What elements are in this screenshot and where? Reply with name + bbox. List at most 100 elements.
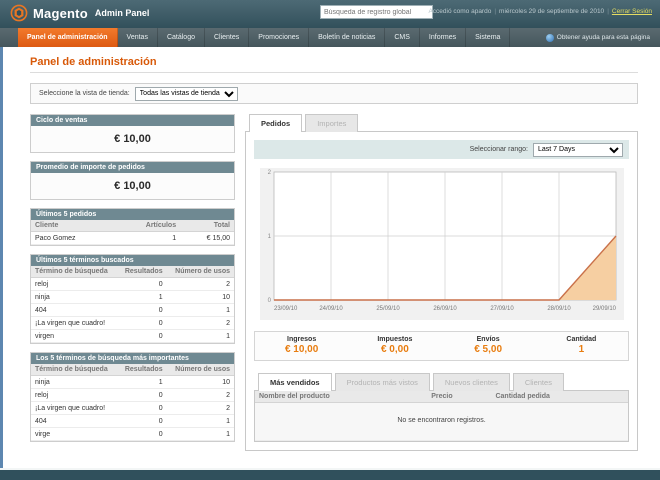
svg-text:24/09/10: 24/09/10	[319, 306, 343, 312]
help-label: Obtener ayuda para esta página	[556, 34, 650, 41]
column-header: Resultados	[117, 364, 167, 376]
column-header: Término de búsqueda	[31, 364, 118, 376]
column-header: Cantidad pedida	[491, 391, 628, 403]
lifetime-sales-title: Ciclo de ventas	[31, 115, 234, 126]
page-help-link[interactable]: Obtener ayuda para esta página	[545, 28, 650, 47]
page-title: Panel de administración	[30, 56, 638, 73]
tab-nuevos-clientes[interactable]: Nuevos clientes	[432, 373, 510, 391]
column-header: Término de búsqueda	[31, 266, 118, 278]
svg-text:26/09/10: 26/09/10	[433, 306, 457, 312]
total-envíos: Envíos € 5,00	[474, 336, 503, 355]
table-row[interactable]: ¡La virgen que cuadro! 0 2	[31, 401, 234, 415]
column-header: Precio	[427, 391, 492, 403]
logo: Magento Admin Panel	[10, 4, 149, 22]
logo-suffix: Admin Panel	[94, 8, 150, 18]
last-orders-table: Cliente Artículos Total Paco Gomez 1 € 15,00	[31, 220, 234, 245]
main-nav: Panel de administración Ventas Catálogo Cli…	[0, 28, 660, 47]
range-select[interactable]: Last 7 Days	[533, 142, 623, 157]
table-row[interactable]: ¡La virgen que cuadro! 0 2	[31, 316, 234, 330]
table-row[interactable]: reloj 0 2	[31, 277, 234, 291]
nav-item[interactable]: Ventas	[118, 28, 158, 47]
total-impuestos: Impuestos € 0,00	[377, 336, 413, 355]
last-search-terms-title: Últimos 5 términos buscados	[31, 255, 234, 266]
column-header: Total	[180, 220, 234, 232]
table-row[interactable]: Paco Gomez 1 € 15,00	[31, 231, 234, 245]
total-cantidad: Cantidad 1	[566, 336, 597, 355]
orders-chart: 01223/09/10 24/09/10 25/09/10 26/09/10 27/09…	[259, 168, 624, 320]
column-header: Artículos	[114, 220, 181, 232]
logged-in-as: Accedió como apardo	[428, 8, 492, 15]
average-orders-value: € 10,00	[31, 173, 234, 199]
column-header: Cliente	[31, 220, 115, 232]
left-edge-strip	[0, 47, 3, 468]
chart-tabs: Pedidos Importes	[245, 114, 638, 132]
table-row[interactable]: reloj 0 2	[31, 388, 234, 402]
column-header: Número de usos	[166, 266, 234, 278]
totals-bar: Ingresos € 10,00 Impuestos € 0,00 Envíos € 5,…	[254, 331, 629, 361]
magento-admin-dashboard: Magento Admin Panel Accedió como apardo|…	[0, 0, 660, 480]
svg-text:29/09/10: 29/09/10	[592, 306, 616, 312]
average-orders-title: Promedio de importe de pedidos	[31, 162, 234, 173]
column-header: Nombre del producto	[255, 391, 428, 403]
store-view-select[interactable]: Todas las vistas de tienda	[134, 86, 238, 101]
top-search-terms-title: Los 5 términos de búsqueda más important…	[31, 353, 234, 364]
range-label: Seleccionar rango:	[469, 146, 528, 153]
nav-item[interactable]: Clientes	[205, 28, 250, 47]
last-search-terms-table: Término de búsqueda Resultados Número de u…	[31, 266, 234, 343]
nav-item[interactable]: Boletín de noticias	[309, 28, 386, 47]
nav-item[interactable]: Sistema	[466, 28, 511, 47]
nav-item[interactable]: Informes	[420, 28, 467, 47]
store-view-label: Seleccione la vista de tienda:	[39, 90, 130, 97]
tab-pedidos[interactable]: Pedidos	[249, 114, 303, 132]
nav-item[interactable]: Panel de administración	[18, 28, 118, 47]
table-row[interactable]: ninja 1 10	[31, 375, 234, 389]
average-orders-box: Promedio de importe de pedidos € 10,00	[30, 161, 235, 200]
lifetime-sales-value: € 10,00	[31, 126, 234, 152]
tab-importes[interactable]: Importes	[305, 114, 359, 132]
logout-link[interactable]: Cerrar Sesión	[612, 8, 652, 15]
svg-text:23/09/10: 23/09/10	[274, 306, 298, 312]
nav-item[interactable]: CMS	[385, 28, 420, 47]
footer-bar	[0, 470, 660, 480]
chart-panel: Seleccionar rango: Last 7 Days 0 1 2 23/09/…	[245, 131, 638, 451]
nav-item[interactable]: Catálogo	[158, 28, 205, 47]
products-grid-panel: Nombre del producto Precio Cantidad pedida…	[254, 390, 629, 442]
column-header: Número de usos	[166, 364, 234, 376]
top-search-terms-box: Los 5 términos de búsqueda más important…	[30, 352, 235, 442]
products-table: Nombre del producto Precio Cantidad pedida	[255, 391, 628, 403]
range-bar: Seleccionar rango: Last 7 Days	[254, 140, 629, 159]
table-row[interactable]: ninja 1 10	[31, 290, 234, 304]
global-search-input[interactable]	[320, 5, 433, 19]
logo-text: Magento	[33, 5, 88, 21]
store-view-selector: Seleccione la vista de tienda: Todas las…	[30, 83, 638, 104]
top-search-terms-table: Término de búsqueda Resultados Número de u…	[31, 364, 234, 441]
nav-items: Panel de administración Ventas Catálogo Cli…	[18, 28, 511, 47]
last-orders-box: Últimos 5 pedidos Cliente Artículos Total P…	[30, 208, 235, 246]
content: Panel de administración Seleccione la vi…	[0, 47, 660, 468]
help-icon	[545, 33, 554, 42]
magento-logo-icon	[10, 4, 28, 22]
left-column: Ciclo de ventas € 10,00 Promedio de impo…	[30, 114, 235, 450]
tab-m-s-vendidos[interactable]: Más vendidos	[258, 373, 332, 391]
table-row[interactable]: 404 0 1	[31, 303, 234, 317]
tab-productos-m-s-vistos[interactable]: Productos más vistos	[334, 373, 430, 391]
total-ingresos: Ingresos € 10,00	[284, 336, 319, 355]
no-records-message: No se encontraron registros.	[255, 403, 628, 441]
svg-text:28/09/10: 28/09/10	[547, 306, 571, 312]
table-row[interactable]: 404 0 1	[31, 414, 234, 428]
last-orders-title: Últimos 5 pedidos	[31, 209, 234, 220]
table-row[interactable]: virge 0 1	[31, 427, 234, 441]
tab-clientes[interactable]: Clientes	[512, 373, 564, 391]
header-date: miércoles 29 de septiembre de 2010	[499, 8, 605, 15]
last-search-terms-box: Últimos 5 términos buscados Término de b…	[30, 254, 235, 344]
lifetime-sales-box: Ciclo de ventas € 10,00	[30, 114, 235, 153]
right-column: Pedidos Importes Seleccionar rango: Last …	[245, 114, 638, 451]
svg-text:25/09/10: 25/09/10	[376, 306, 400, 312]
header-user-info: Accedió como apardo | miércoles 29 de sept…	[428, 8, 652, 15]
svg-text:27/09/10: 27/09/10	[490, 306, 514, 312]
header: Magento Admin Panel Accedió como apardo|…	[0, 0, 660, 28]
nav-item[interactable]: Promociones	[249, 28, 310, 47]
grid-tabs: Más vendidos Productos más vistos Nuevos c…	[254, 373, 629, 391]
table-row[interactable]: virgen 0 1	[31, 329, 234, 343]
column-header: Resultados	[117, 266, 167, 278]
